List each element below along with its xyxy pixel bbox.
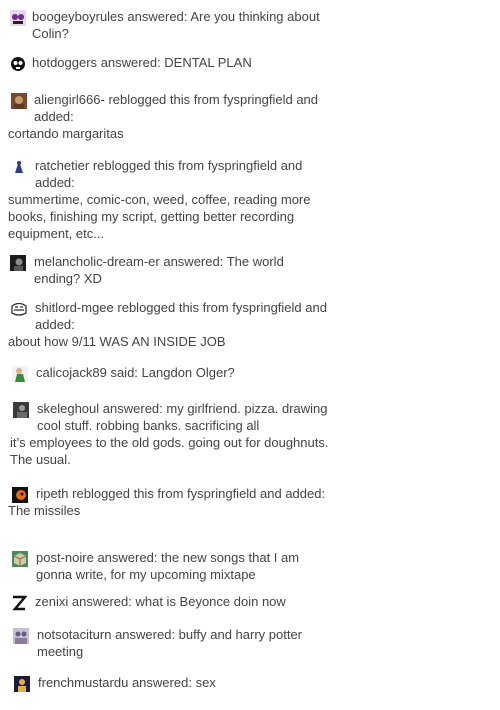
note-username-link[interactable]: hotdoggers — [32, 55, 97, 70]
note-username-link[interactable]: ripeth — [36, 486, 69, 501]
skull-avatar-icon[interactable] — [10, 56, 26, 72]
note-item: ripeth reblogged this from fyspringfield… — [8, 485, 330, 519]
note-added-text: about how 9/11 WAS AN INSIDE JOB — [8, 334, 226, 349]
note-item: aliengirl666- reblogged this from fyspri… — [8, 91, 330, 142]
note-headline: notsotaciturn answered: buffy and harry … — [8, 626, 330, 660]
note-action: answered: — [71, 594, 132, 609]
note-headline: zenixi answered: what is Beyonce doin no… — [8, 593, 330, 610]
note-item: shitlord-mgee reblogged this from fyspri… — [8, 299, 330, 350]
note-added-text: The missiles — [8, 503, 81, 518]
note-headline: hotdoggers answered: DENTAL PLAN — [8, 54, 330, 71]
note-headline: melancholic-dream-er answered: The world… — [8, 253, 330, 287]
green-figure-avatar-icon[interactable] — [12, 366, 28, 382]
note-item: calicojack89 said: Langdon Olger? — [8, 364, 330, 382]
note-text: DENTAL PLAN — [164, 55, 252, 70]
note-headline: shitlord-mgee reblogged this from fyspri… — [8, 299, 330, 333]
note-item: ratchetier reblogged this from fyspringf… — [8, 157, 330, 242]
note-username-link[interactable]: notsotaciturn — [37, 627, 111, 642]
note-action: answered: — [127, 9, 188, 24]
note-action: said: — [110, 365, 138, 380]
note-text: what is Beyonce doin now — [135, 594, 286, 609]
note-headline: frenchmustardu answered: sex — [8, 674, 330, 691]
note-added-text: summertime, comic-con, weed, coffee, rea… — [8, 192, 311, 241]
note-text: Langdon Olger? — [141, 365, 235, 380]
note-added-text: it’s employees to the old gods. going ou… — [10, 435, 329, 467]
note-username-link[interactable]: frenchmustardu — [38, 675, 128, 690]
note-action: reblogged this from fyspringfield and ad… — [72, 486, 326, 501]
note-item: hotdoggers answered: DENTAL PLAN — [8, 54, 330, 72]
dark-portrait-avatar-icon[interactable] — [10, 255, 26, 271]
note-headline: post-noire answered: the new songs that … — [8, 549, 330, 583]
troll-face-avatar-icon[interactable] — [11, 301, 27, 317]
note-action: answered: — [163, 254, 224, 269]
note-headline: boogeyboyrules answered: Are you thinkin… — [8, 8, 330, 42]
note-item: zenixi answered: what is Beyonce doin no… — [8, 593, 330, 611]
note-item: post-noire answered: the new songs that … — [8, 549, 330, 583]
note-item: frenchmustardu answered: sex — [8, 674, 330, 692]
note-action: answered: — [131, 675, 192, 690]
note-username-link[interactable]: ratchetier — [35, 158, 89, 173]
note-headline: skeleghoul answered: my girlfriend. pizz… — [8, 400, 330, 434]
note-action: answered: — [100, 55, 161, 70]
note-username-link[interactable]: calicojack89 — [36, 365, 107, 380]
note-action: answered: — [115, 627, 176, 642]
note-headline: ripeth reblogged this from fyspringfield… — [8, 485, 330, 502]
note-username-link[interactable]: skeleghoul — [37, 401, 99, 416]
note-text: sex — [195, 675, 216, 690]
grey-portrait-avatar-icon[interactable] — [13, 402, 29, 418]
cube-avatar-icon[interactable] — [12, 551, 28, 567]
blue-figure-avatar-icon[interactable] — [11, 159, 27, 175]
note-item: skeleghoul answered: my girlfriend. pizz… — [8, 400, 330, 468]
z-letter-avatar-icon[interactable] — [11, 595, 27, 611]
portrait-avatar-icon[interactable] — [11, 93, 27, 109]
note-username-link[interactable]: shitlord-mgee — [35, 300, 114, 315]
portrait-avatar-icon[interactable] — [14, 676, 30, 692]
note-added-text: cortando margaritas — [8, 126, 124, 141]
note-username-link[interactable]: boogeyboyrules — [32, 9, 124, 24]
note-headline: calicojack89 said: Langdon Olger? — [8, 364, 330, 381]
note-headline: ratchetier reblogged this from fyspringf… — [8, 157, 330, 191]
anime-face-avatar-icon[interactable] — [10, 10, 26, 26]
group-photo-avatar-icon[interactable] — [13, 628, 29, 644]
note-action: answered: — [102, 401, 163, 416]
note-username-link[interactable]: melancholic-dream-er — [34, 254, 160, 269]
note-headline: aliengirl666- reblogged this from fyspri… — [8, 91, 330, 125]
note-item: boogeyboyrules answered: Are you thinkin… — [8, 8, 330, 42]
orange-creature-avatar-icon[interactable] — [12, 487, 28, 503]
note-username-link[interactable]: zenixi — [35, 594, 68, 609]
note-item: melancholic-dream-er answered: The world… — [8, 253, 330, 287]
note-item: notsotaciturn answered: buffy and harry … — [8, 626, 330, 660]
note-action: answered: — [97, 550, 158, 565]
note-username-link[interactable]: aliengirl666- — [34, 92, 105, 107]
note-username-link[interactable]: post-noire — [36, 550, 94, 565]
